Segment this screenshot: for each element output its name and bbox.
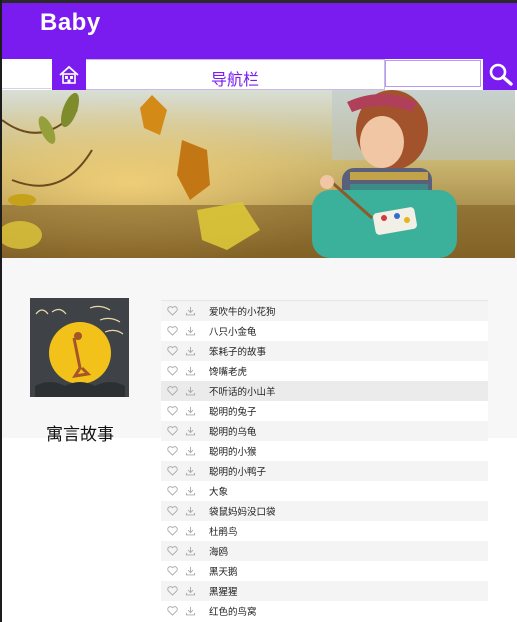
download-icon[interactable] xyxy=(185,406,199,416)
search-button[interactable] xyxy=(483,59,517,90)
download-icon[interactable] xyxy=(185,586,199,596)
song-row[interactable]: 聪明的小鸭子 xyxy=(161,461,488,481)
song-row[interactable]: 馋嘴老虎 xyxy=(161,361,488,381)
song-title[interactable]: 杜鹃鸟 xyxy=(209,524,238,538)
nav-title-box: 导航栏 xyxy=(86,59,385,90)
hero-banner-image xyxy=(2,90,515,258)
nav-title[interactable]: 导航栏 xyxy=(86,66,384,90)
song-row[interactable]: 聪明的兔子 xyxy=(161,401,488,421)
heart-icon[interactable] xyxy=(167,406,181,416)
download-icon[interactable] xyxy=(185,306,199,316)
download-icon[interactable] xyxy=(185,506,199,516)
download-icon[interactable] xyxy=(185,486,199,496)
song-row[interactable]: 海鸥 xyxy=(161,541,488,561)
home-icon xyxy=(59,65,79,84)
download-icon[interactable] xyxy=(185,566,199,576)
nav-bar: 导航栏 xyxy=(2,59,517,90)
heart-icon[interactable] xyxy=(167,526,181,536)
heart-icon[interactable] xyxy=(167,346,181,356)
hero-banner xyxy=(2,90,515,258)
song-title[interactable]: 笨耗子的故事 xyxy=(209,344,266,358)
heart-icon[interactable] xyxy=(167,366,181,376)
story-thumbnail[interactable] xyxy=(30,298,129,397)
download-icon[interactable] xyxy=(185,366,199,376)
song-title[interactable]: 不听话的小山羊 xyxy=(209,384,276,398)
download-icon[interactable] xyxy=(185,466,199,476)
song-row[interactable]: 笨耗子的故事 xyxy=(161,341,488,361)
heart-icon[interactable] xyxy=(167,426,181,436)
song-row[interactable]: 红色的鸟窝 xyxy=(161,601,488,621)
category-label[interactable]: 寓言故事 xyxy=(30,420,130,445)
song-title[interactable]: 聪明的兔子 xyxy=(209,404,257,418)
song-row[interactable]: 大象 xyxy=(161,481,488,501)
heart-icon[interactable] xyxy=(167,486,181,496)
song-title[interactable]: 聪明的小猴 xyxy=(209,444,257,458)
download-icon[interactable] xyxy=(185,426,199,436)
song-row[interactable]: 黑天鹅 xyxy=(161,561,488,581)
download-icon[interactable] xyxy=(185,546,199,556)
song-title[interactable]: 爱吹牛的小花狗 xyxy=(209,304,276,318)
nav-spacer xyxy=(2,59,51,89)
download-icon[interactable] xyxy=(185,326,199,336)
home-button[interactable] xyxy=(52,59,86,90)
song-row[interactable]: 爱吹牛的小花狗 xyxy=(161,301,488,321)
heart-icon[interactable] xyxy=(167,446,181,456)
song-list: 爱吹牛的小花狗 八只小金龟笨耗子的故事 馋嘴老虎不听话的小山羊 聪明的兔子聪明的乌龟聪… xyxy=(161,300,488,621)
download-icon[interactable] xyxy=(185,606,199,616)
download-icon[interactable] xyxy=(185,386,199,396)
heart-icon[interactable] xyxy=(167,466,181,476)
heart-icon[interactable] xyxy=(167,586,181,596)
song-title[interactable]: 红色的鸟窝 xyxy=(209,604,257,618)
song-title[interactable]: 八只小金龟 xyxy=(209,324,257,338)
download-icon[interactable] xyxy=(185,446,199,456)
song-title[interactable]: 袋鼠妈妈没口袋 xyxy=(209,504,276,518)
download-icon[interactable] xyxy=(185,526,199,536)
heart-icon[interactable] xyxy=(167,306,181,316)
header-bar: Baby xyxy=(2,3,517,59)
song-title[interactable]: 黑猩猩 xyxy=(209,584,238,598)
song-title[interactable]: 大象 xyxy=(209,484,228,498)
heart-icon[interactable] xyxy=(167,606,181,616)
song-title[interactable]: 黑天鹅 xyxy=(209,564,238,578)
song-row[interactable]: 八只小金龟 xyxy=(161,321,488,341)
heart-icon[interactable] xyxy=(167,566,181,576)
download-icon[interactable] xyxy=(185,346,199,356)
heart-icon[interactable] xyxy=(167,386,181,396)
song-title[interactable]: 馋嘴老虎 xyxy=(209,364,247,378)
heart-icon[interactable] xyxy=(167,546,181,556)
moon-illustration xyxy=(30,298,129,397)
song-row[interactable]: 杜鹃鸟 xyxy=(161,521,488,541)
song-row[interactable]: 黑猩猩 xyxy=(161,581,488,601)
search-icon xyxy=(489,63,513,86)
song-row[interactable]: 不听话的小山羊 xyxy=(161,381,488,401)
search-input[interactable] xyxy=(385,60,481,87)
song-title[interactable]: 聪明的乌龟 xyxy=(209,424,257,438)
song-row[interactable]: 袋鼠妈妈没口袋 xyxy=(161,501,488,521)
song-title[interactable]: 海鸥 xyxy=(209,544,228,558)
song-row[interactable]: 聪明的小猴 xyxy=(161,441,488,461)
heart-icon[interactable] xyxy=(167,326,181,336)
song-title[interactable]: 聪明的小鸭子 xyxy=(209,464,266,478)
site-logo[interactable]: Baby xyxy=(40,9,101,37)
heart-icon[interactable] xyxy=(167,506,181,516)
song-row[interactable]: 聪明的乌龟 xyxy=(161,421,488,441)
